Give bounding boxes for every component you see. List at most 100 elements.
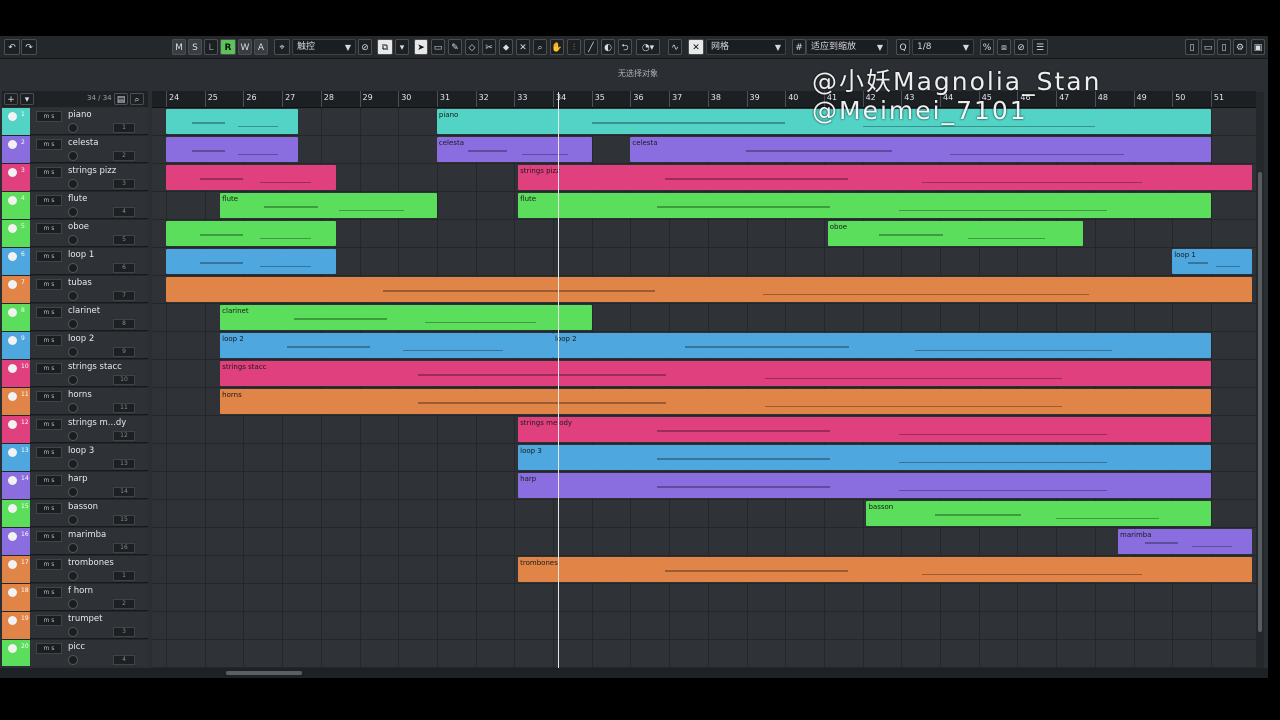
mute-solo-buttons[interactable]: m s — [36, 615, 62, 626]
snap-type-icon[interactable]: ∿ — [668, 39, 682, 55]
chevron-down-icon[interactable]: ▾ — [395, 39, 409, 55]
glue-tool-icon[interactable]: ⬥ — [499, 39, 513, 55]
track-name[interactable]: clarinet — [68, 306, 100, 316]
midi-channel[interactable]: 15 — [113, 515, 135, 525]
track-name[interactable]: strings stacc — [68, 362, 122, 372]
midi-part[interactable]: clarinet — [220, 305, 592, 330]
mute-solo-buttons[interactable]: m s — [36, 167, 62, 178]
midi-channel[interactable]: 2 — [113, 599, 135, 609]
left-zone-icon[interactable]: ▯ — [1185, 39, 1199, 55]
track-name[interactable]: horns — [68, 390, 92, 400]
auto-scroll-icon[interactable]: ◔▾ — [636, 39, 660, 55]
track-color-strip[interactable]: 20 — [2, 640, 30, 666]
monitor-icon[interactable] — [8, 140, 17, 149]
record-enable-button[interactable] — [68, 571, 78, 581]
track-row[interactable]: 6 m s loop 1 6 — [2, 248, 148, 275]
midi-part[interactable]: horns — [220, 389, 1211, 414]
snap-mode-select[interactable]: 适应到缩放 ▼ — [806, 39, 888, 55]
record-enable-button[interactable] — [68, 627, 78, 637]
monitor-icon[interactable] — [8, 420, 17, 429]
midi-part[interactable] — [166, 249, 337, 274]
mute-solo-buttons[interactable]: m s — [36, 111, 62, 122]
monitor-icon[interactable] — [8, 252, 17, 261]
midi-channel[interactable]: 10 — [113, 375, 135, 385]
track-row[interactable]: 1 m s piano 1 — [2, 108, 148, 135]
record-enable-button[interactable] — [68, 207, 78, 217]
mute-tool-icon[interactable]: ✕ — [516, 39, 530, 55]
monitor-icon[interactable] — [8, 112, 17, 121]
record-enable-button[interactable] — [68, 347, 78, 357]
project-arrangement[interactable]: piano celesta celesta strings pizz flute flut… — [152, 108, 1256, 668]
track-color-strip[interactable]: 18 — [2, 584, 30, 611]
track-color-strip[interactable]: 13 — [2, 444, 30, 471]
track-name[interactable]: marimba — [68, 530, 106, 540]
track-name[interactable]: oboe — [68, 222, 89, 232]
midi-channel[interactable]: 1 — [113, 571, 135, 581]
midi-part[interactable]: loop 3 — [518, 445, 1211, 470]
zoom-tool-icon[interactable]: ⌕ — [533, 39, 547, 55]
midi-part[interactable] — [166, 277, 1252, 302]
range-tool-icon[interactable]: ▭ — [431, 39, 445, 55]
record-enable-button[interactable] — [68, 151, 78, 161]
track-row[interactable]: 10 m s strings stacc 10 — [2, 360, 148, 387]
grid-type-select[interactable]: 网格 ▼ — [706, 39, 786, 55]
monitor-icon[interactable] — [8, 224, 17, 233]
monitor-icon[interactable] — [8, 616, 17, 625]
track-row[interactable]: 20 m s picc 4 — [2, 640, 148, 666]
monitor-icon[interactable] — [8, 336, 17, 345]
record-enable-button[interactable] — [68, 263, 78, 273]
settings-icon[interactable]: ⚙ — [1233, 39, 1247, 55]
record-enable-button[interactable] — [68, 319, 78, 329]
mute-solo-buttons[interactable]: m s — [36, 391, 62, 402]
record-enable-button[interactable] — [68, 403, 78, 413]
track-row[interactable]: 19 m s trumpet 3 — [2, 612, 148, 639]
track-row[interactable]: 16 m s marimba 16 — [2, 528, 148, 555]
track-name[interactable]: trombones — [68, 558, 114, 568]
mute-solo-buttons[interactable]: m s — [36, 503, 62, 514]
mute-solo-buttons[interactable]: m s — [36, 363, 62, 374]
track-color-strip[interactable]: 2 — [2, 136, 30, 163]
mute-solo-buttons[interactable]: m s — [36, 559, 62, 570]
mute-solo-buttons[interactable]: m s — [36, 475, 62, 486]
track-color-strip[interactable]: 17 — [2, 556, 30, 583]
midi-channel[interactable]: 12 — [113, 431, 135, 441]
snap-grid-icon[interactable]: # — [792, 39, 806, 55]
midi-part[interactable]: celesta — [630, 137, 1211, 162]
midi-part[interactable]: loop 2 — [220, 333, 553, 358]
snap-toggle-icon[interactable]: ✕ — [688, 39, 704, 55]
midi-channel[interactable]: 4 — [113, 655, 135, 665]
record-enable-button[interactable] — [68, 655, 78, 665]
midi-channel[interactable]: 13 — [113, 459, 135, 469]
track-color-strip[interactable]: 9 — [2, 332, 30, 359]
track-name[interactable]: picc — [68, 642, 85, 652]
add-track-icon[interactable]: + — [4, 93, 18, 105]
track-name[interactable]: piano — [68, 110, 92, 120]
midi-channel[interactable]: 9 — [113, 347, 135, 357]
midi-part[interactable]: harp — [518, 473, 1211, 498]
track-color-strip[interactable]: 3 — [2, 164, 30, 191]
monitor-icon[interactable] — [8, 308, 17, 317]
redo-quantize-icon[interactable]: ⊘ — [1014, 39, 1028, 55]
color-tool-icon[interactable]: ⮌ — [618, 39, 632, 55]
track-name[interactable]: flute — [68, 194, 87, 204]
monitor-icon[interactable] — [8, 644, 17, 653]
horizontal-scrollbar[interactable] — [0, 668, 1268, 678]
midi-part[interactable]: loop 1 — [1172, 249, 1252, 274]
play-tool-icon[interactable]: ◐ — [601, 39, 615, 55]
info-line-icon[interactable]: ☰ — [1032, 39, 1048, 55]
track-color-strip[interactable]: 19 — [2, 612, 30, 639]
track-name[interactable]: basson — [68, 502, 98, 512]
mute-solo-buttons[interactable]: m s — [36, 307, 62, 318]
track-row[interactable]: 5 m s oboe 5 — [2, 220, 148, 247]
solo-button[interactable]: S — [188, 39, 202, 55]
mute-solo-buttons[interactable]: m s — [36, 419, 62, 430]
midi-part[interactable]: strings stacc — [220, 361, 1211, 386]
track-name[interactable]: loop 2 — [68, 334, 94, 344]
mute-solo-buttons[interactable]: m s — [36, 447, 62, 458]
midi-channel[interactable]: 7 — [113, 291, 135, 301]
monitor-icon[interactable] — [8, 588, 17, 597]
track-name[interactable]: trumpet — [68, 614, 102, 624]
record-enable-button[interactable] — [68, 291, 78, 301]
midi-part[interactable]: trombones — [518, 557, 1252, 582]
monitor-icon[interactable] — [8, 280, 17, 289]
